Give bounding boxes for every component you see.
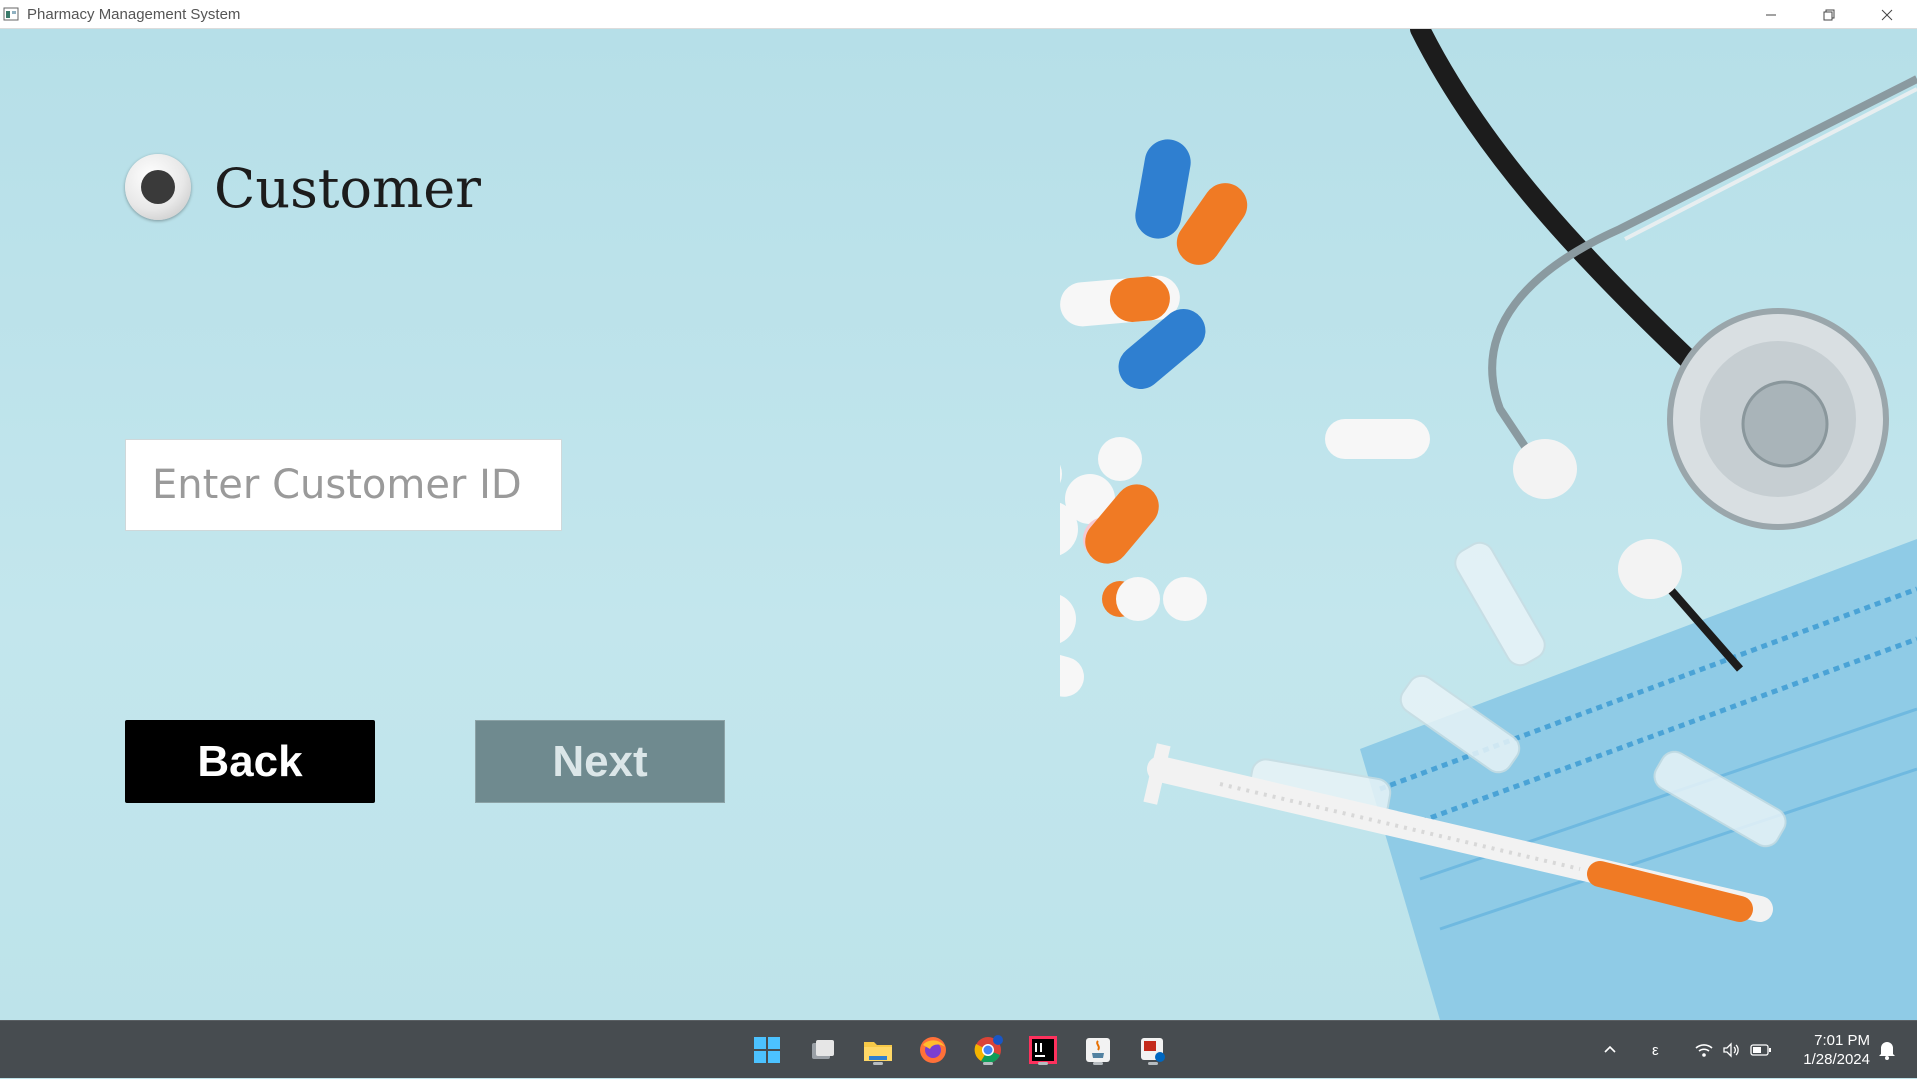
minimize-button[interactable] <box>1742 0 1800 29</box>
customer-radio-label[interactable]: Customer <box>214 157 481 220</box>
title-bar: Pharmacy Management System <box>0 0 1917 29</box>
running-indicator <box>1093 1062 1103 1065</box>
wifi-icon <box>1695 1044 1713 1057</box>
java-icon[interactable] <box>1081 1033 1115 1067</box>
show-hidden-icons-button[interactable] <box>1602 1021 1618 1079</box>
face-mask-illustration <box>1360 539 1917 1020</box>
restore-icon <box>1823 9 1835 20</box>
medical-background-image <box>1060 29 1917 1020</box>
input-language-indicator[interactable]: ε <box>1652 1021 1659 1079</box>
taskbar: ε 7:01 PM 1/28/2024 <box>0 1020 1917 1078</box>
customer-radio-button[interactable] <box>125 154 191 220</box>
chevron-up-icon <box>1604 1045 1616 1053</box>
running-indicator <box>983 1062 993 1065</box>
intellij-icon[interactable] <box>1026 1033 1060 1067</box>
minimize-icon <box>1766 14 1776 15</box>
task-view-icon[interactable] <box>806 1033 840 1067</box>
close-button[interactable] <box>1858 0 1916 29</box>
battery-icon <box>1750 1044 1771 1056</box>
close-icon <box>1881 9 1893 20</box>
customer-id-input[interactable] <box>125 439 562 531</box>
firefox-icon[interactable] <box>916 1033 950 1067</box>
snipping-tool-icon[interactable] <box>1136 1033 1170 1067</box>
next-button[interactable]: Next <box>475 720 725 803</box>
chrome-icon[interactable] <box>971 1033 1005 1067</box>
back-button[interactable]: Back <box>125 720 375 803</box>
clock[interactable]: 7:01 PM 1/28/2024 <box>1790 1031 1870 1069</box>
bell-icon <box>1879 1042 1895 1060</box>
clock-date: 1/28/2024 <box>1803 1051 1870 1068</box>
running-indicator <box>1038 1062 1048 1065</box>
main-canvas: Customer Back Next <box>0 29 1917 1020</box>
app-icon <box>3 7 19 21</box>
window-title: Pharmacy Management System <box>27 6 241 23</box>
windows-start-icon[interactable] <box>750 1033 784 1067</box>
radio-selected-dot <box>141 170 175 204</box>
notifications-button[interactable] <box>1878 1021 1896 1079</box>
network-volume-battery-button[interactable] <box>1694 1021 1772 1079</box>
clock-time: 7:01 PM <box>1814 1032 1870 1049</box>
volume-icon <box>1723 1042 1739 1058</box>
pills-illustration <box>1060 139 1430 697</box>
running-indicator <box>873 1062 883 1065</box>
restore-button[interactable] <box>1800 0 1858 29</box>
file-explorer-icon[interactable] <box>861 1033 895 1067</box>
running-indicator <box>1148 1062 1158 1065</box>
language-label: ε <box>1652 1041 1659 1059</box>
